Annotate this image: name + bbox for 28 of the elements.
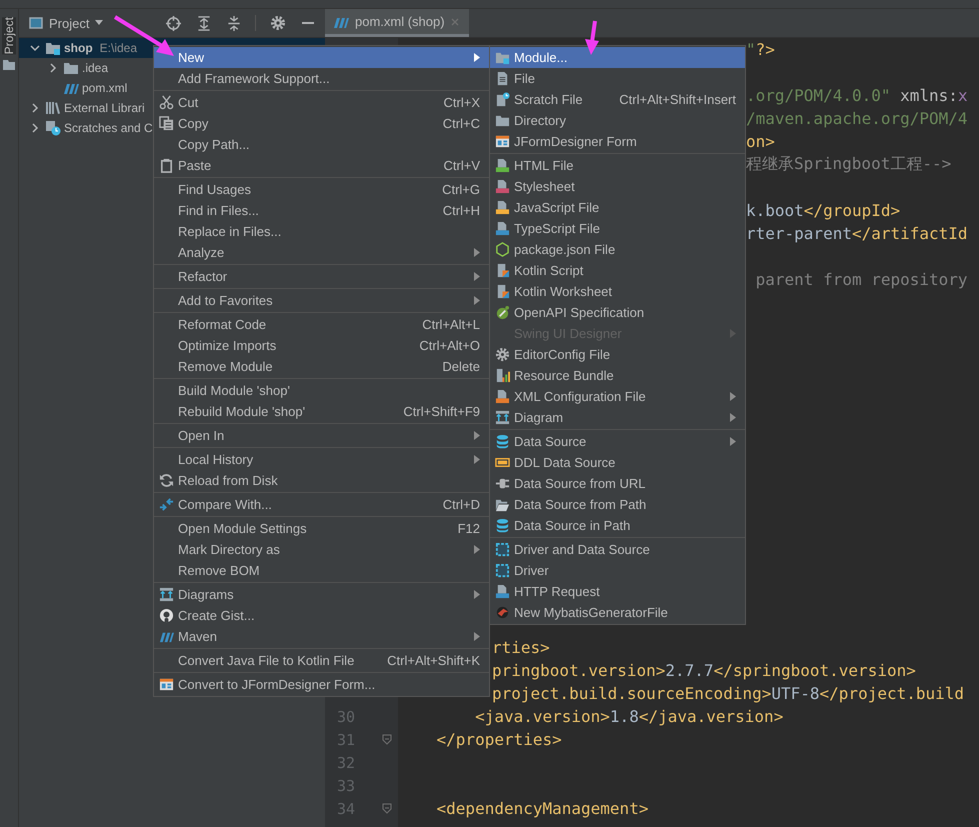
shortcut-text: Ctrl+Alt+Shift+Insert <box>619 92 736 107</box>
path-text: E:\idea <box>100 41 138 55</box>
code-line: <dependencyManagement> <box>436 799 648 818</box>
code-line: 程继承Springboot工程--> <box>746 154 952 175</box>
shortcut-text: Ctrl+Alt+L <box>422 317 480 332</box>
shortcut-text: F12 <box>458 521 480 536</box>
shortcut-text: Ctrl+H <box>442 203 480 218</box>
code-line: project.build.sourceEncoding>UTF-8</project.build <box>492 684 964 703</box>
code-line: parent from repository <box>754 270 968 289</box>
shortcut-text: Ctrl+C <box>442 116 480 131</box>
code-line: pringboot.version>2.7.7</springboot.version> <box>492 661 916 680</box>
code-line: </properties> <box>436 730 562 749</box>
shortcut-text: Ctrl+Alt+O <box>419 338 480 353</box>
shortcut-text: Ctrl+D <box>442 497 480 512</box>
code-line: rties> <box>492 638 550 657</box>
shortcut-text: Delete <box>442 359 480 374</box>
code-line: rter-parent</artifactId <box>746 224 968 243</box>
shortcut-text: Ctrl+G <box>442 182 480 197</box>
shortcut-text: Ctrl+Shift+F9 <box>403 404 480 419</box>
code-line: "?> <box>746 40 775 59</box>
shortcut-text: Ctrl+Alt+Shift+K <box>387 653 480 668</box>
code-line: k.boot</groupId> <box>746 201 900 220</box>
code-line: .org/POM/4.0.0" xmlns:x <box>746 86 968 105</box>
code-line: on> <box>746 132 775 151</box>
shortcut-text: Ctrl+X <box>444 95 480 110</box>
shortcut-text: Ctrl+V <box>444 158 480 173</box>
code-line: <java.version>1.8</java.version> <box>474 707 784 726</box>
code-line: /maven.apache.org/POM/4 <box>746 109 968 128</box>
